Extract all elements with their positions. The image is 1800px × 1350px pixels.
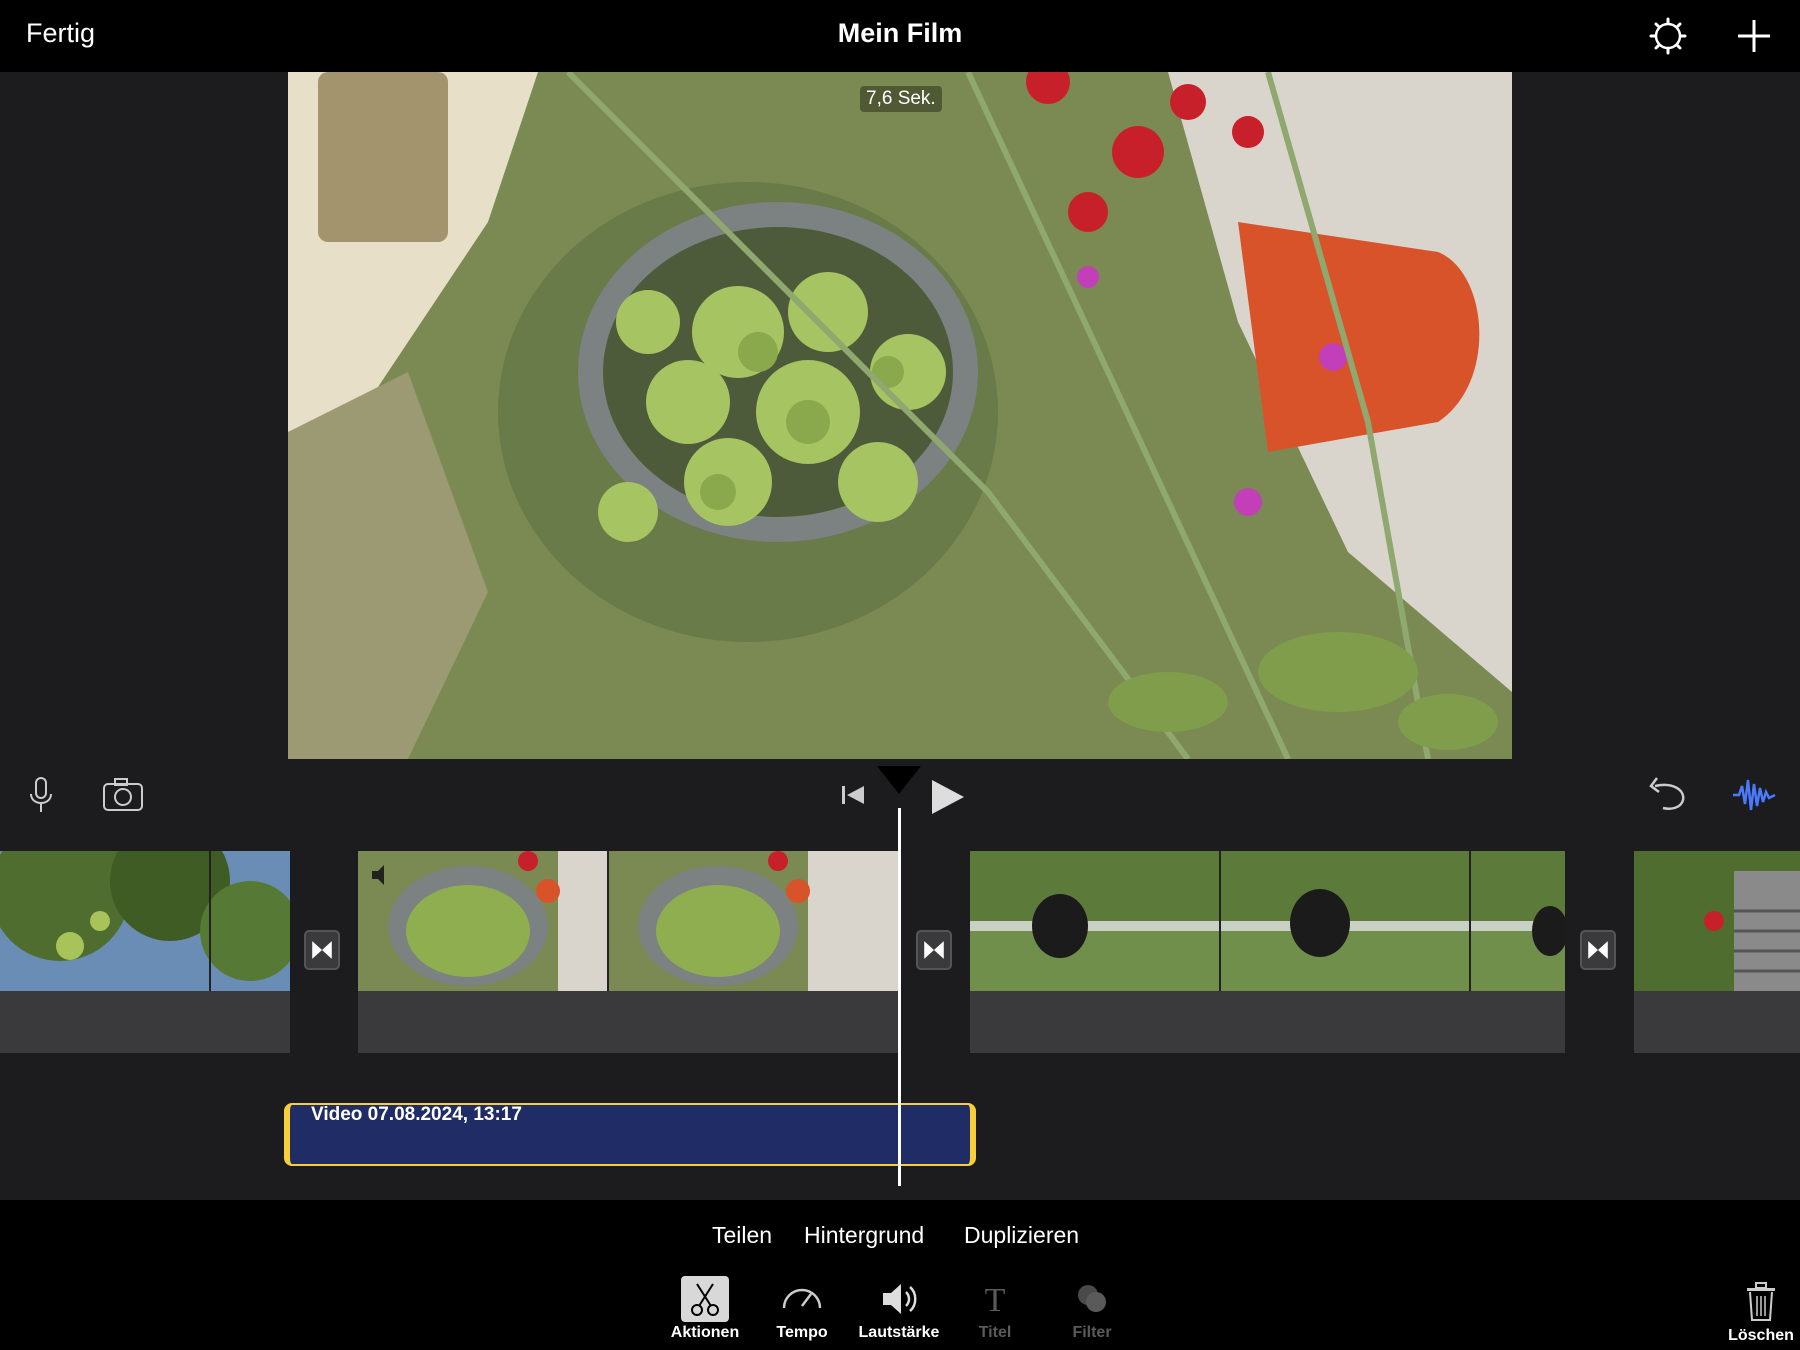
- tool-tempo[interactable]: Tempo: [754, 1276, 850, 1342]
- tool-actions[interactable]: Aktionen: [657, 1276, 753, 1342]
- clip-audio-track: [1634, 991, 1800, 1053]
- clip-audio-track: [0, 991, 290, 1053]
- transition-icon[interactable]: [1580, 930, 1616, 970]
- trash-icon: [1747, 1282, 1775, 1321]
- play-icon[interactable]: [924, 772, 970, 818]
- tool-label: Aktionen: [670, 1324, 740, 1341]
- speedometer-icon: [782, 1288, 822, 1309]
- playhead[interactable]: [898, 808, 901, 1186]
- microphone-icon[interactable]: [18, 772, 64, 818]
- tool-title: T Titel: [947, 1276, 1043, 1342]
- video-preview[interactable]: [288, 72, 1512, 759]
- scissors-icon: [681, 1276, 729, 1322]
- filter-icon: [1078, 1285, 1106, 1312]
- speaker-icon: [883, 1284, 917, 1314]
- tool-label: Tempo: [776, 1324, 828, 1341]
- tool-label: Filter: [1072, 1324, 1112, 1341]
- video-clip-dog[interactable]: [970, 851, 1565, 991]
- video-clip-plants[interactable]: [358, 851, 898, 991]
- svg-text:T: T: [985, 1282, 1006, 1319]
- skip-to-start-icon[interactable]: [830, 772, 876, 818]
- clip-audio-track: [358, 991, 898, 1053]
- clip-audio-track: [970, 991, 1565, 1053]
- video-clip-trees[interactable]: [0, 851, 290, 991]
- title-icon: T: [985, 1282, 1006, 1319]
- playhead-marker: [877, 766, 921, 794]
- background-button[interactable]: Hintergrund: [804, 1222, 924, 1249]
- tool-label: Lautstärke: [858, 1324, 940, 1341]
- audio-clip-label: Video 07.08.2024, 13:17: [311, 1104, 522, 1125]
- transition-icon[interactable]: [916, 930, 952, 970]
- video-clip-stairs[interactable]: [1634, 851, 1800, 991]
- add-icon[interactable]: [1734, 16, 1774, 56]
- tool-filter: Filter: [1044, 1276, 1140, 1342]
- tool-volume[interactable]: Lautstärke: [851, 1276, 947, 1342]
- duplicate-button[interactable]: Duplizieren: [964, 1222, 1079, 1249]
- gear-icon[interactable]: [1648, 16, 1688, 56]
- project-title: Mein Film: [837, 18, 963, 48]
- duration-label: 7,6 Sek.: [860, 86, 942, 112]
- split-button[interactable]: Teilen: [712, 1222, 772, 1249]
- delete-label: Löschen: [1728, 1327, 1794, 1344]
- audio-waveform-icon[interactable]: [1731, 772, 1777, 818]
- delete-button[interactable]: Löschen: [1716, 1280, 1800, 1345]
- camera-icon[interactable]: [100, 772, 146, 818]
- transition-icon[interactable]: [304, 930, 340, 970]
- tool-label: Titel: [978, 1324, 1012, 1341]
- undo-icon[interactable]: [1643, 772, 1689, 818]
